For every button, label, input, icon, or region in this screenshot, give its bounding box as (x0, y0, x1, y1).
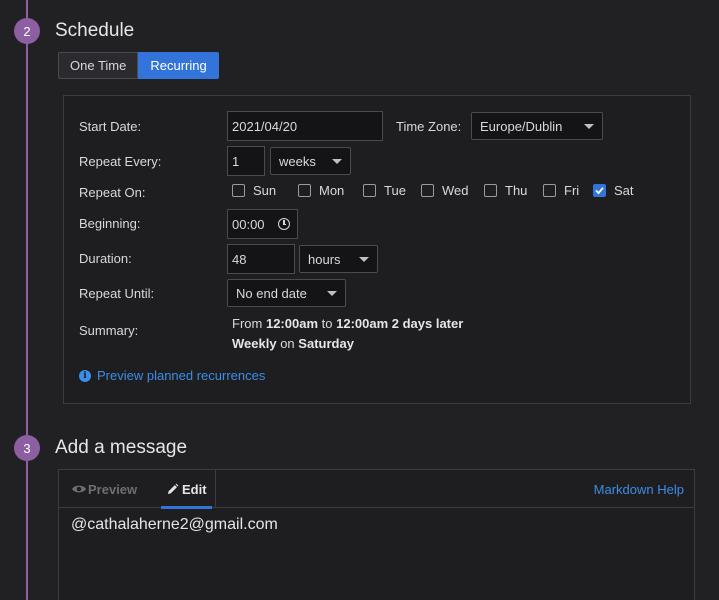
tab-edit[interactable]: Edit (161, 470, 212, 509)
duration-unit-select[interactable]: hours (299, 245, 378, 273)
day-thu[interactable]: Thu (484, 183, 543, 198)
day-wed[interactable]: Wed (421, 183, 484, 198)
timeline-line (26, 0, 28, 600)
day-sun[interactable]: Sun (232, 183, 298, 198)
message-textarea[interactable]: @cathalaherne2@gmail.com (59, 508, 694, 542)
day-fri[interactable]: Fri (543, 183, 593, 198)
summary-day: Saturday (298, 335, 354, 351)
summary-frequency: Weekly (232, 335, 277, 351)
chevron-down-icon (584, 123, 594, 129)
repeat-on-label: Repeat On: (79, 185, 146, 200)
preview-recurrences-link[interactable]: i Preview planned recurrences (79, 368, 265, 383)
tab-edit-label: Edit (182, 481, 207, 497)
preview-recurrences-label: Preview planned recurrences (97, 368, 266, 383)
start-date-input[interactable]: 2021/04/20 (227, 111, 383, 141)
beginning-time-value: 00:00 (232, 216, 265, 232)
summary-end: 12:00am 2 days later (336, 316, 464, 331)
check-icon (595, 187, 604, 195)
day-label: Sun (253, 183, 277, 198)
day-label: Wed (442, 183, 469, 198)
step-2-badge: 2 (14, 18, 40, 44)
repeat-until-select[interactable]: No end date (227, 279, 346, 307)
day-label: Sat (614, 183, 634, 198)
repeat-until-value: No end date (236, 285, 307, 301)
tab-preview-label: Preview (88, 481, 138, 497)
day-label: Thu (505, 183, 528, 198)
step-3-badge: 3 (14, 435, 40, 461)
summary-start: 12:00am (265, 316, 319, 331)
summary-from: From (232, 316, 263, 331)
checkbox-wed[interactable] (421, 184, 434, 197)
recurrence-panel: Start Date: 2021/04/20 Time Zone: Europe… (63, 95, 691, 404)
tab-preview[interactable]: Preview (71, 470, 137, 508)
info-icon: i (79, 369, 91, 382)
checkbox-thu[interactable] (484, 184, 497, 197)
tab-divider (215, 470, 216, 508)
day-tue[interactable]: Tue (363, 183, 421, 198)
duration-input[interactable]: 48 (227, 244, 295, 274)
day-label: Tue (384, 183, 406, 198)
day-label: Fri (564, 183, 580, 198)
summary-to: to (321, 316, 333, 331)
one-time-button[interactable]: One Time (58, 52, 139, 79)
day-label: Mon (319, 183, 345, 198)
schedule-type-toggle: One Time Recurring (58, 52, 219, 79)
time-zone-select[interactable]: Europe/Dublin (471, 112, 603, 140)
summary-on: on (280, 335, 295, 351)
chevron-down-icon (327, 290, 337, 296)
message-editor: Preview Edit Markdown Help @cathalaherne… (58, 469, 695, 600)
beginning-label: Beginning: (79, 216, 141, 231)
checkbox-mon[interactable] (298, 184, 311, 197)
beginning-time-input[interactable]: 00:00 (227, 209, 298, 239)
checkbox-sun[interactable] (232, 184, 245, 197)
eye-icon (72, 485, 86, 493)
summary-label: Summary: (79, 323, 139, 338)
weekday-checkboxes: Sun Mon Tue Wed Thu Fri Sat (232, 183, 643, 198)
recurring-button[interactable]: Recurring (138, 52, 219, 79)
chevron-down-icon (359, 256, 369, 262)
repeat-until-label: Repeat Until: (79, 286, 155, 301)
day-mon[interactable]: Mon (298, 183, 363, 198)
repeat-unit-value: weeks (279, 153, 316, 169)
time-zone-label: Time Zone: (396, 119, 462, 134)
markdown-help-link[interactable]: Markdown Help (594, 470, 684, 508)
step-2-title: Schedule (55, 20, 135, 41)
time-zone-value: Europe/Dublin (480, 118, 563, 134)
pencil-icon (168, 483, 179, 494)
editor-toolbar: Preview Edit Markdown Help (59, 470, 694, 509)
duration-unit-value: hours (308, 251, 341, 267)
repeat-every-input[interactable]: 1 (227, 146, 265, 176)
start-date-label: Start Date: (79, 119, 142, 134)
chevron-down-icon (332, 158, 342, 164)
checkbox-tue[interactable] (363, 184, 376, 197)
summary-text: From 12:00am to 12:00am 2 days later Wee… (232, 314, 463, 353)
repeat-unit-select[interactable]: weeks (270, 147, 351, 175)
repeat-every-label: Repeat Every: (79, 154, 162, 169)
clock-icon[interactable] (278, 218, 290, 230)
duration-label: Duration: (79, 251, 132, 266)
day-sat[interactable]: Sat (593, 183, 643, 198)
checkbox-sat[interactable] (593, 184, 606, 197)
checkbox-fri[interactable] (543, 184, 556, 197)
step-3-title: Add a message (55, 437, 188, 458)
